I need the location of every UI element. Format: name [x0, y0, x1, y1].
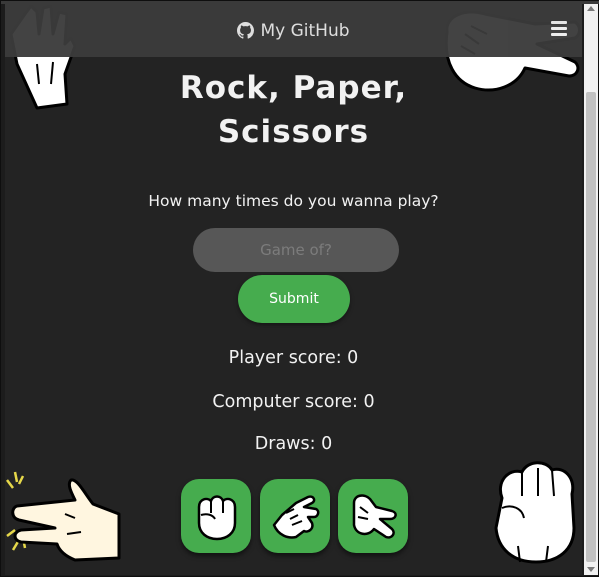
- rounds-input[interactable]: [193, 228, 399, 272]
- scroll-up-arrow-icon[interactable]: [587, 6, 595, 11]
- rounds-question: How many times do you wanna play?: [148, 192, 439, 210]
- decorative-scissors-hand-bottom-left: [6, 471, 121, 562]
- scissors-button[interactable]: [338, 479, 408, 553]
- rock-button[interactable]: [181, 479, 251, 553]
- top-navbar: My GitHub: [5, 4, 582, 57]
- page-title: Rock, Paper, Scissors: [5, 66, 582, 154]
- draws-count: Draws: 0: [254, 434, 333, 454]
- github-label: My GitHub: [260, 20, 350, 41]
- fist-hand-icon: [197, 495, 237, 541]
- hamburger-menu-icon[interactable]: [551, 21, 568, 39]
- computer-score: Computer score: 0: [212, 392, 375, 412]
- decorative-rock-hand-bottom-right: [494, 461, 576, 564]
- title-line-2: Scissors: [217, 114, 370, 150]
- title-line-1: Rock, Paper,: [179, 70, 408, 106]
- scissors-hand-icon: [352, 494, 397, 539]
- github-link[interactable]: My GitHub: [237, 20, 350, 41]
- scroll-down-arrow-icon[interactable]: [587, 567, 595, 572]
- browser-frame: My GitHub Rock, Paper, Scissors How many…: [0, 0, 599, 577]
- player-score: Player score: 0: [228, 348, 359, 368]
- page: My GitHub Rock, Paper, Scissors How many…: [5, 4, 582, 575]
- paper-button[interactable]: [260, 479, 330, 553]
- open-hand-icon: [272, 495, 320, 539]
- submit-button[interactable]: Submit: [238, 275, 350, 323]
- github-icon: [237, 22, 255, 39]
- vertical-scrollbar[interactable]: [584, 4, 598, 575]
- scrollbar-thumb[interactable]: [586, 92, 596, 562]
